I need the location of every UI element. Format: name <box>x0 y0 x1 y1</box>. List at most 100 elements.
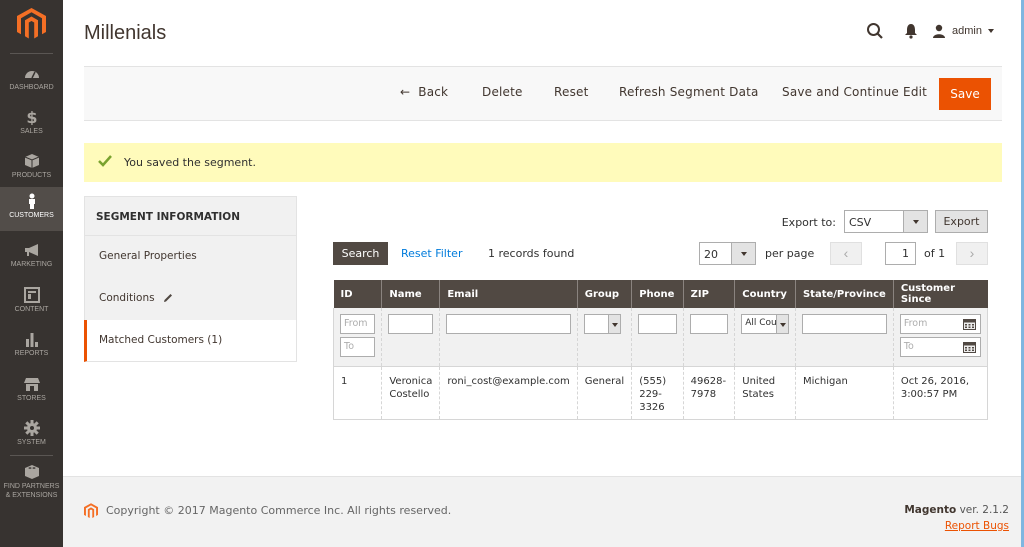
tab-label: Matched Customers (1) <box>99 334 223 346</box>
to-placeholder: To <box>903 341 914 352</box>
export-format-value: CSV <box>849 216 872 229</box>
column-header-country[interactable]: Country <box>734 280 796 308</box>
admin-sidebar: DASHBOARD $ SALES PRODUCTS CUSTOMERS MAR… <box>0 0 63 547</box>
reset-filter-link[interactable]: Reset Filter <box>401 247 462 260</box>
last-name: Costello <box>389 388 430 400</box>
zip-part: 49628- <box>690 375 727 387</box>
sidebar-item-label: MARKETING <box>10 261 53 268</box>
bell-icon[interactable] <box>904 22 918 40</box>
id-to-filter[interactable]: To <box>340 337 376 357</box>
cell-state: Michigan <box>794 366 894 420</box>
cell-country: United States <box>734 366 796 420</box>
per-page-value: 20 <box>704 248 718 261</box>
chevron-down-icon <box>988 29 994 33</box>
tab-label: General Properties <box>99 250 197 262</box>
sidebar-item-label: REPORTS <box>14 350 49 357</box>
table-row[interactable]: 1 Veronica Costello roni_cost@example.com… <box>332 366 989 420</box>
customer-since-to-filter[interactable]: To <box>899 337 981 357</box>
phone-filter[interactable] <box>638 314 677 334</box>
column-header-name[interactable]: Name <box>381 280 440 308</box>
chevron-left-icon: ‹ <box>843 245 849 261</box>
sidebar-item-customers[interactable]: CUSTOMERS <box>0 187 63 231</box>
export-format-select[interactable]: CSV <box>844 210 928 233</box>
column-header-phone[interactable]: Phone <box>631 280 684 308</box>
column-header-zip[interactable]: ZIP <box>682 280 735 308</box>
magento-logo-icon[interactable] <box>17 8 46 40</box>
admin-username: admin <box>952 25 982 37</box>
customer-since-from-filter[interactable]: From <box>899 314 981 334</box>
save-button[interactable]: Save <box>939 78 991 110</box>
cell-phone: (555) 229- 3326 <box>631 366 684 420</box>
sidebar-item-label: STORES <box>17 395 46 402</box>
state-filter[interactable] <box>801 314 887 334</box>
tab-conditions[interactable]: Conditions <box>84 278 297 320</box>
back-button[interactable]: ← Back <box>400 85 448 99</box>
sidebar-item-content[interactable]: CONTENT <box>0 281 63 325</box>
zip-filter[interactable] <box>689 314 729 334</box>
id-from-filter[interactable]: From <box>340 314 376 334</box>
group-filter-select[interactable] <box>583 314 621 334</box>
admin-user-menu[interactable]: admin <box>932 24 994 38</box>
tab-matched-customers[interactable]: Matched Customers (1) <box>84 320 297 362</box>
current-page-input[interactable]: 1 <box>885 242 916 265</box>
sidebar-item-find-partners[interactable]: FIND PARTNERS & EXTENSIONS <box>0 458 63 508</box>
tab-general-properties[interactable]: General Properties <box>84 236 297 278</box>
sidebar-item-stores[interactable]: STORES <box>0 370 63 414</box>
gear-icon <box>23 420 40 436</box>
sidebar-divider <box>10 455 53 456</box>
search-icon[interactable] <box>866 22 884 40</box>
country-filter-value: All Cou <box>745 318 777 328</box>
megaphone-icon <box>24 244 38 256</box>
segment-tabs: SEGMENT INFORMATION General Properties C… <box>84 196 297 362</box>
country-part: States <box>742 388 774 400</box>
cell-name: Veronica Costello <box>381 366 440 420</box>
name-filter[interactable] <box>388 314 434 334</box>
chevron-right-icon: › <box>969 245 975 261</box>
customers-table: ID Name Email Group Phone ZIP Country St… <box>332 280 989 420</box>
cell-id: 1 <box>332 366 382 420</box>
column-header-id[interactable]: ID <box>333 280 382 308</box>
sidebar-item-marketing[interactable]: MARKETING <box>0 236 63 280</box>
sidebar-item-label: PRODUCTS <box>11 172 52 179</box>
sidebar-item-reports[interactable]: REPORTS <box>0 325 63 369</box>
calendar-icon[interactable] <box>963 341 976 353</box>
main-content: Millenials admin ← Back Delete Reset Refr… <box>63 0 1024 547</box>
country-filter-select[interactable]: All Cou <box>741 314 789 334</box>
delete-button[interactable]: Delete <box>482 85 523 99</box>
back-label: Back <box>418 85 449 99</box>
save-and-continue-button[interactable]: Save and Continue Edit <box>782 85 927 99</box>
next-page-button[interactable]: › <box>956 242 988 265</box>
phone-part: 229- <box>639 388 662 400</box>
per-page-select[interactable]: 20 <box>699 242 756 265</box>
reset-button[interactable]: Reset <box>554 85 589 99</box>
export-button[interactable]: Export <box>935 210 988 233</box>
message-text: You saved the segment. <box>124 156 256 169</box>
records-found: 1 records found <box>488 247 575 260</box>
sidebar-item-dashboard[interactable]: DASHBOARD <box>0 59 63 103</box>
previous-page-button[interactable]: ‹ <box>830 242 862 265</box>
pencil-icon <box>163 294 172 302</box>
tab-label: Conditions <box>99 292 155 304</box>
column-header-customer-since[interactable]: Customer Since <box>892 280 988 308</box>
cell-email: roni_cost@example.com <box>439 366 578 420</box>
sidebar-item-system[interactable]: SYSTEM <box>0 414 63 458</box>
sidebar-item-label: CUSTOMERS <box>9 212 54 219</box>
per-page-label: per page <box>765 247 815 260</box>
country-part: United <box>742 375 776 387</box>
cell-group: General <box>576 366 632 420</box>
email-filter[interactable] <box>446 314 571 334</box>
sidebar-item-products[interactable]: PRODUCTS <box>0 147 63 191</box>
refresh-segment-data-button[interactable]: Refresh Segment Data <box>619 85 759 99</box>
sidebar-item-sales[interactable]: $ SALES <box>0 103 63 147</box>
column-header-state[interactable]: State/Province <box>794 280 894 308</box>
version-info: Magento ver. 2.1.2 <box>904 504 1009 516</box>
page-actions-bar: ← Back Delete Reset Refresh Segment Data … <box>84 66 1002 121</box>
svg-text:$: $ <box>26 109 37 125</box>
column-header-email[interactable]: Email <box>439 280 578 308</box>
column-header-group[interactable]: Group <box>576 280 632 308</box>
report-bugs-link[interactable]: Report Bugs <box>945 520 1009 532</box>
calendar-icon[interactable] <box>963 318 976 330</box>
search-button[interactable]: Search <box>333 242 388 265</box>
sidebar-item-label: FIND PARTNERS & EXTENSIONS <box>3 483 60 499</box>
phone-part: (555) <box>639 375 667 387</box>
